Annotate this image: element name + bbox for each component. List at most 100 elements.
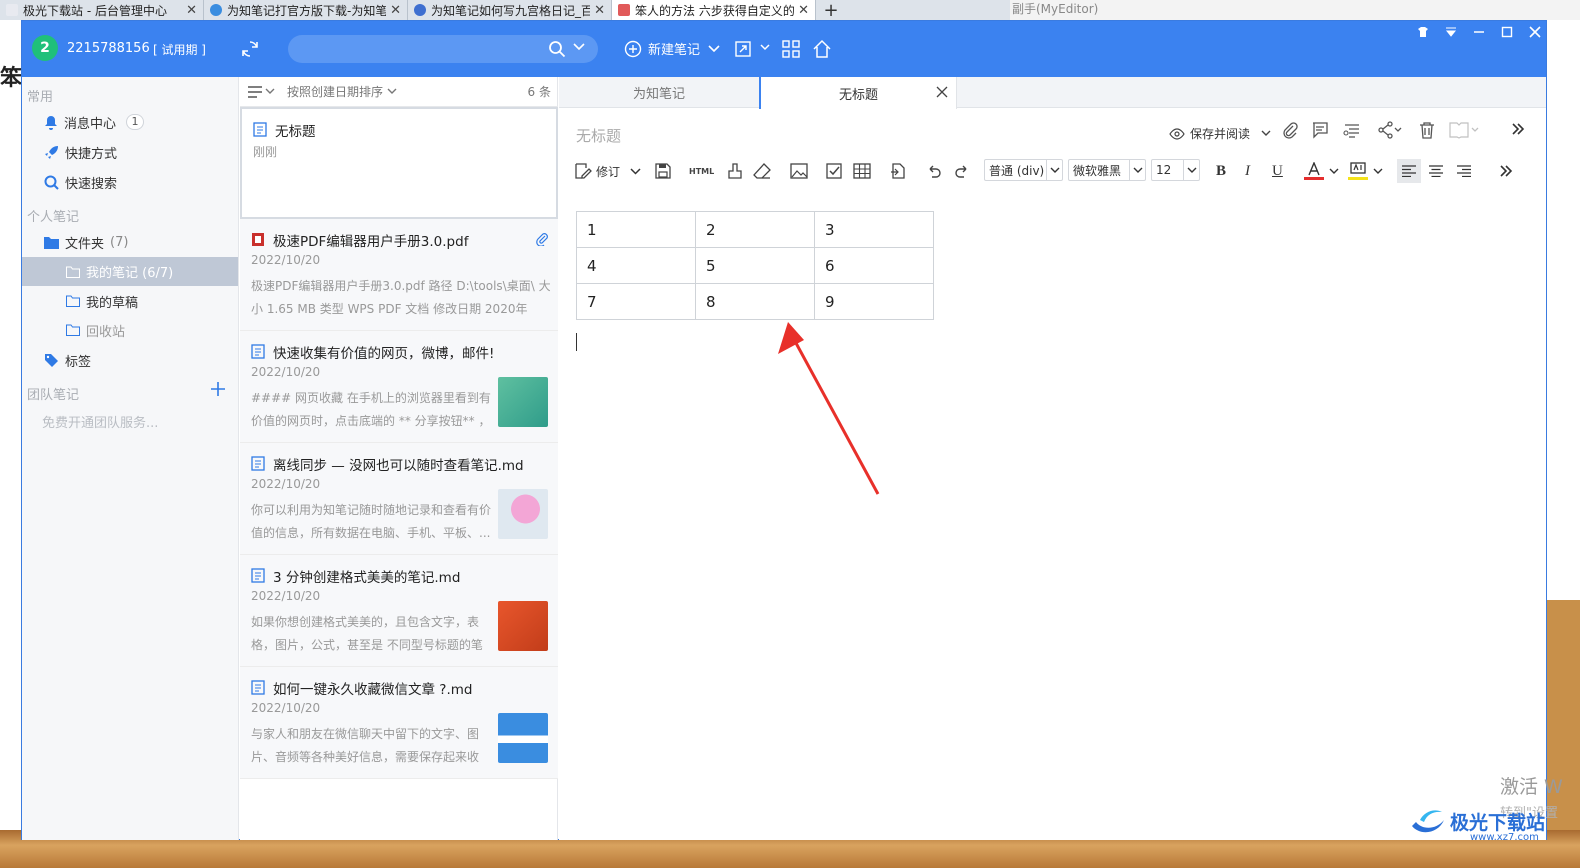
table-cell[interactable]: 9 — [814, 283, 934, 320]
note-list-item[interactable]: 离线同步 — 没网也可以随时查看笔记.md 2022/10/20 你可以利用为知笔记… — [240, 443, 558, 555]
eraser-icon[interactable] — [753, 155, 771, 187]
background-page-right — [1546, 20, 1580, 600]
format-painter-icon[interactable] — [727, 155, 743, 187]
save-icon[interactable] — [655, 155, 671, 187]
bold-button[interactable]: B — [1216, 155, 1226, 187]
note-title: 离线同步 — 没网也可以随时查看笔记.md — [273, 458, 524, 474]
apps-grid-icon[interactable] — [782, 40, 800, 58]
username[interactable]: 2215788156 — [67, 41, 150, 56]
team-service-hint[interactable]: 免费开通团队服务... — [42, 412, 158, 431]
sidebar-item-messages[interactable]: 消息中心 1 — [44, 109, 145, 135]
chevron-down-icon[interactable] — [630, 167, 641, 175]
close-tab-icon[interactable]: ✕ — [186, 3, 197, 18]
tab-untitled[interactable]: 无标题 — [759, 77, 957, 109]
sidebar-item-my-notes[interactable]: 我的笔记 (6/7) — [22, 257, 238, 286]
expand-window-icon[interactable] — [734, 40, 752, 58]
window-controls — [1416, 23, 1542, 41]
align-left-icon[interactable] — [1397, 159, 1421, 183]
align-right-icon[interactable] — [1457, 155, 1471, 187]
save-and-read-button[interactable]: 保存并阅读 — [1169, 125, 1271, 142]
new-tab-button[interactable]: + — [816, 0, 846, 21]
avatar[interactable]: 2 — [32, 35, 58, 61]
history-icon[interactable] — [1343, 121, 1361, 139]
browser-tab-4[interactable]: 笨人的方法 六步获得自定义的 ✕ — [612, 0, 816, 20]
close-tab-icon[interactable]: ✕ — [390, 3, 401, 18]
sidebar-item-shortcuts[interactable]: 快捷方式 — [44, 139, 117, 165]
chevron-down-icon[interactable] — [1373, 155, 1383, 187]
table-cell[interactable]: 4 — [576, 247, 696, 284]
note-list-item[interactable]: 无标题 刚刚 — [240, 107, 558, 219]
chevron-down-icon[interactable] — [760, 44, 770, 51]
chevron-down-icon[interactable] — [708, 44, 720, 53]
sidebar-item-trash[interactable]: 回收站 — [66, 317, 125, 343]
italic-button[interactable]: I — [1245, 155, 1250, 187]
close-icon[interactable] — [1528, 25, 1542, 39]
search-icon[interactable] — [548, 40, 566, 58]
font-size-select[interactable]: 12 — [1151, 159, 1200, 181]
html-icon[interactable]: HTML — [689, 155, 714, 187]
sidebar-item-tags[interactable]: 标签 — [44, 347, 91, 373]
note-list-item[interactable]: 极速PDF编辑器用户手册3.0.pdf 2022/10/20 极速PDF编辑器用户手… — [240, 219, 558, 331]
minimize-icon[interactable] — [1472, 25, 1486, 39]
table-cell[interactable]: 6 — [814, 247, 934, 284]
comment-icon[interactable] — [1311, 121, 1329, 139]
note-list-item[interactable]: 如何一键永久收藏微信文章 ?.md 2022/10/20 与家人和朋友在微信聊天中… — [240, 667, 558, 779]
insert-file-icon[interactable] — [890, 155, 906, 187]
share-icon[interactable] — [1377, 121, 1403, 139]
note-list-item[interactable]: 3 分钟创建格式美美的笔记.md 2022/10/20 如果你想创建格式美美的，且包… — [240, 555, 558, 667]
table-cell[interactable]: 3 — [814, 211, 934, 248]
paragraph-style-select[interactable]: 普通 (div) — [984, 159, 1063, 181]
more-format-icon[interactable] — [1499, 155, 1513, 187]
add-team-icon[interactable] — [210, 381, 226, 397]
sidebar-item-folders[interactable]: 文件夹 (7) — [44, 229, 128, 255]
note-list-item[interactable]: 快速收集有价值的网页，微博，邮件! 2022/10/20 #### 网页收藏 在手… — [240, 331, 558, 443]
table-cell[interactable]: 7 — [576, 283, 696, 320]
table-cell[interactable]: 2 — [695, 211, 815, 248]
table-cell[interactable]: 5 — [695, 247, 815, 284]
sort-dropdown[interactable]: 按照创建日期排序 — [287, 83, 383, 100]
sync-icon[interactable] — [240, 39, 260, 59]
browser-tab-2[interactable]: 为知笔记打官方版下载-为知笔 ✕ — [204, 0, 408, 20]
home-icon[interactable] — [812, 39, 832, 59]
note-icon — [251, 344, 265, 359]
doc-title[interactable]: 无标题 — [576, 125, 621, 146]
new-note-button[interactable]: 新建笔记 — [624, 39, 720, 58]
more-tools-icon[interactable] — [1511, 122, 1525, 136]
list-view-icon[interactable] — [248, 85, 262, 98]
align-center-icon[interactable] — [1429, 155, 1443, 187]
skin-shirt-icon[interactable] — [1416, 25, 1430, 39]
close-tab-icon[interactable]: ✕ — [798, 3, 809, 18]
chevron-down-icon[interactable] — [1261, 130, 1271, 137]
revise-button[interactable]: 修订 — [574, 155, 641, 187]
font-family-select[interactable]: 微软雅黑 — [1068, 159, 1146, 181]
sidebar-item-drafts[interactable]: 我的草稿 — [66, 288, 138, 314]
underline-button[interactable]: U — [1272, 155, 1283, 187]
insert-image-icon[interactable] — [790, 155, 808, 187]
sidebar-item-quick-search[interactable]: 快速搜索 — [44, 169, 117, 195]
highlight-color-icon[interactable] — [1348, 155, 1368, 187]
chevron-down-icon[interactable] — [265, 88, 275, 95]
redo-icon[interactable] — [954, 155, 970, 187]
chevron-down-icon[interactable] — [573, 43, 585, 51]
chevron-down-icon[interactable] — [387, 88, 397, 95]
menu-dropdown-icon[interactable] — [1444, 25, 1458, 39]
trash-icon[interactable] — [1419, 121, 1435, 139]
attachment-icon[interactable] — [1282, 121, 1298, 139]
note-date: 2022/10/20 — [251, 589, 321, 603]
tab-wiz-note[interactable]: 为知笔记 — [559, 77, 759, 108]
font-color-icon[interactable] — [1304, 155, 1324, 187]
table-cell[interactable]: 1 — [576, 211, 696, 248]
close-tab-icon[interactable] — [936, 86, 948, 98]
undo-icon[interactable] — [926, 155, 942, 187]
browser-tab-3[interactable]: 为知笔记如何写九宫格日记_百 ✕ — [408, 0, 612, 20]
content-table[interactable]: 123 456 789 — [576, 211, 934, 320]
browser-tab-1[interactable]: 极光下载站 - 后台管理中心 ✕ — [0, 0, 204, 20]
book-view-icon[interactable] — [1449, 121, 1481, 139]
checkbox-icon[interactable] — [826, 155, 842, 187]
table-icon[interactable] — [853, 155, 871, 187]
maximize-icon[interactable] — [1500, 25, 1514, 39]
chevron-down-icon[interactable] — [1329, 155, 1339, 187]
close-tab-icon[interactable]: ✕ — [594, 3, 605, 18]
trial-label[interactable]: [ 试用期 ] — [153, 41, 206, 58]
table-cell[interactable]: 8 — [695, 283, 815, 320]
